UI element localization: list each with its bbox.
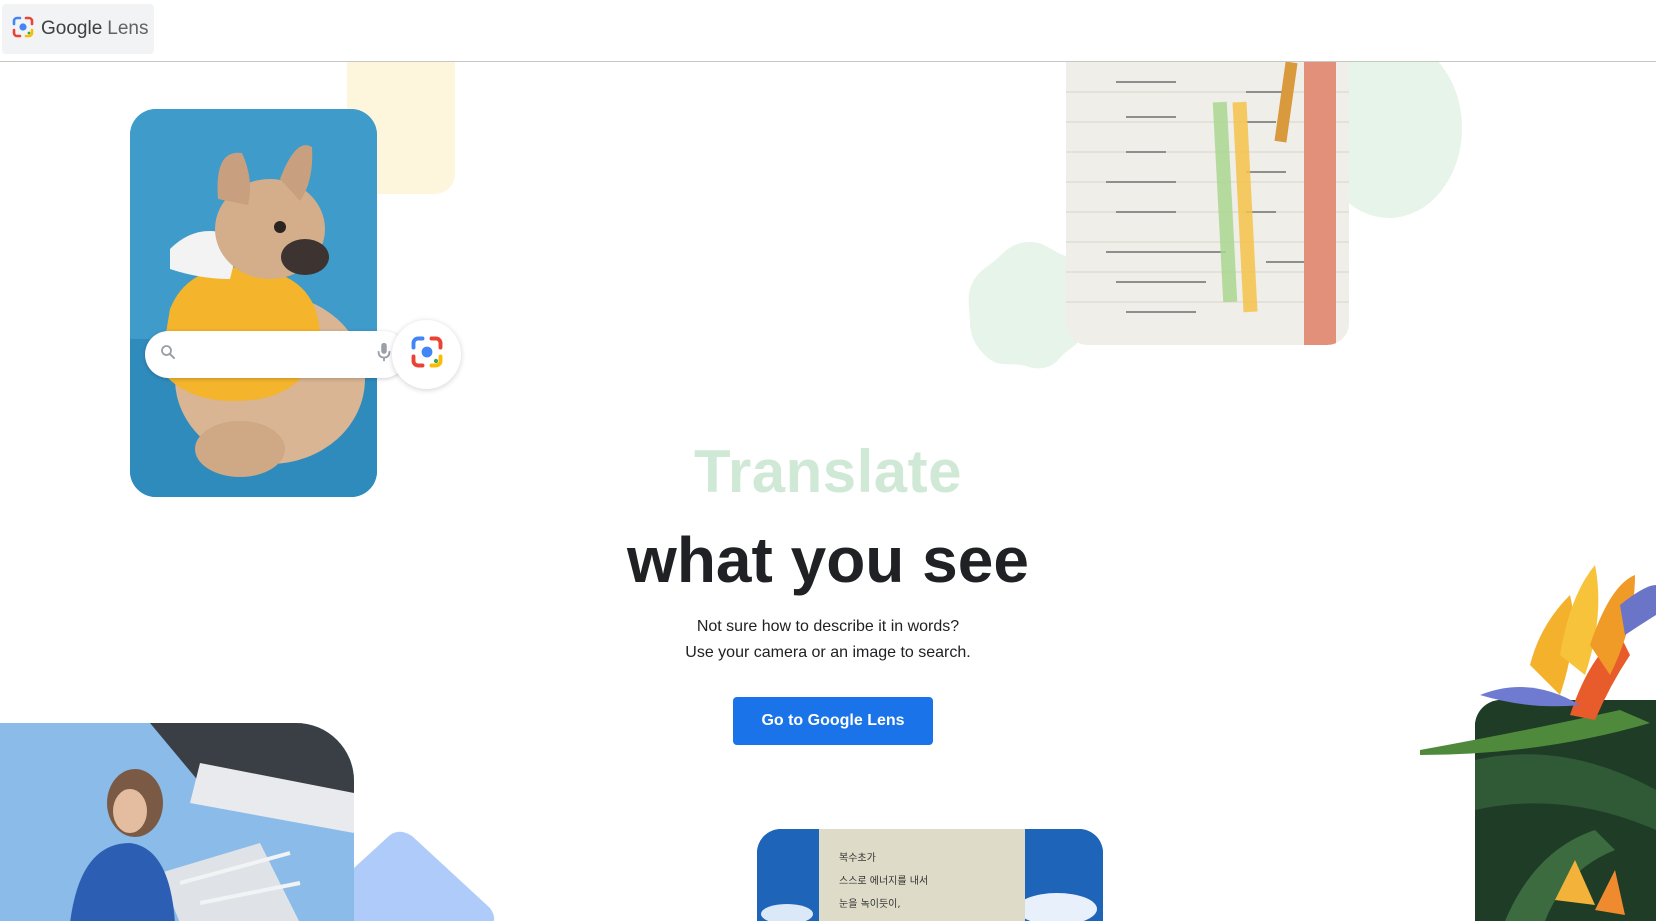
lens-camera-button[interactable] [392,320,461,389]
woman-photo-card [0,723,354,921]
search-icon [159,343,177,366]
korean-line-1: 복수초가 [839,853,876,864]
korean-paper-note: 복수초가 스스로 에너지를 내서 눈을 녹이듯이, [819,829,1025,921]
brand-google-text: Google [41,18,103,39]
bird-of-paradise-flower [1420,565,1656,755]
sample-search-bar[interactable] [145,331,407,378]
korean-text-photo: 복수초가 스스로 에너지를 내서 눈을 녹이듯이, [757,829,1103,921]
mic-icon[interactable] [375,341,393,368]
description-line-2: Use your camera or an image to search. [685,644,971,661]
top-bar: Google Lens [0,0,1656,62]
search-input[interactable] [177,331,375,378]
go-to-google-lens-button[interactable]: Go to Google Lens [733,697,933,745]
korean-line-3: 눈을 녹이듯이, [839,899,901,910]
lens-camera-icon [409,334,445,375]
math-notebook-illustration [1066,62,1349,345]
page-headline: what you see [627,524,1029,596]
description-line-1: Not sure how to describe it in words? [696,618,960,635]
rotating-feature-word: Translate [694,438,962,505]
google-lens-home-link[interactable]: Google Lens [2,4,154,54]
woman-illustration [0,723,354,921]
korean-line-2: 스스로 에너지를 내서 [839,876,929,887]
google-lens-logo-icon [11,15,35,44]
math-notebook-photo [1066,62,1349,345]
brand-lens-text: Lens [107,18,149,39]
